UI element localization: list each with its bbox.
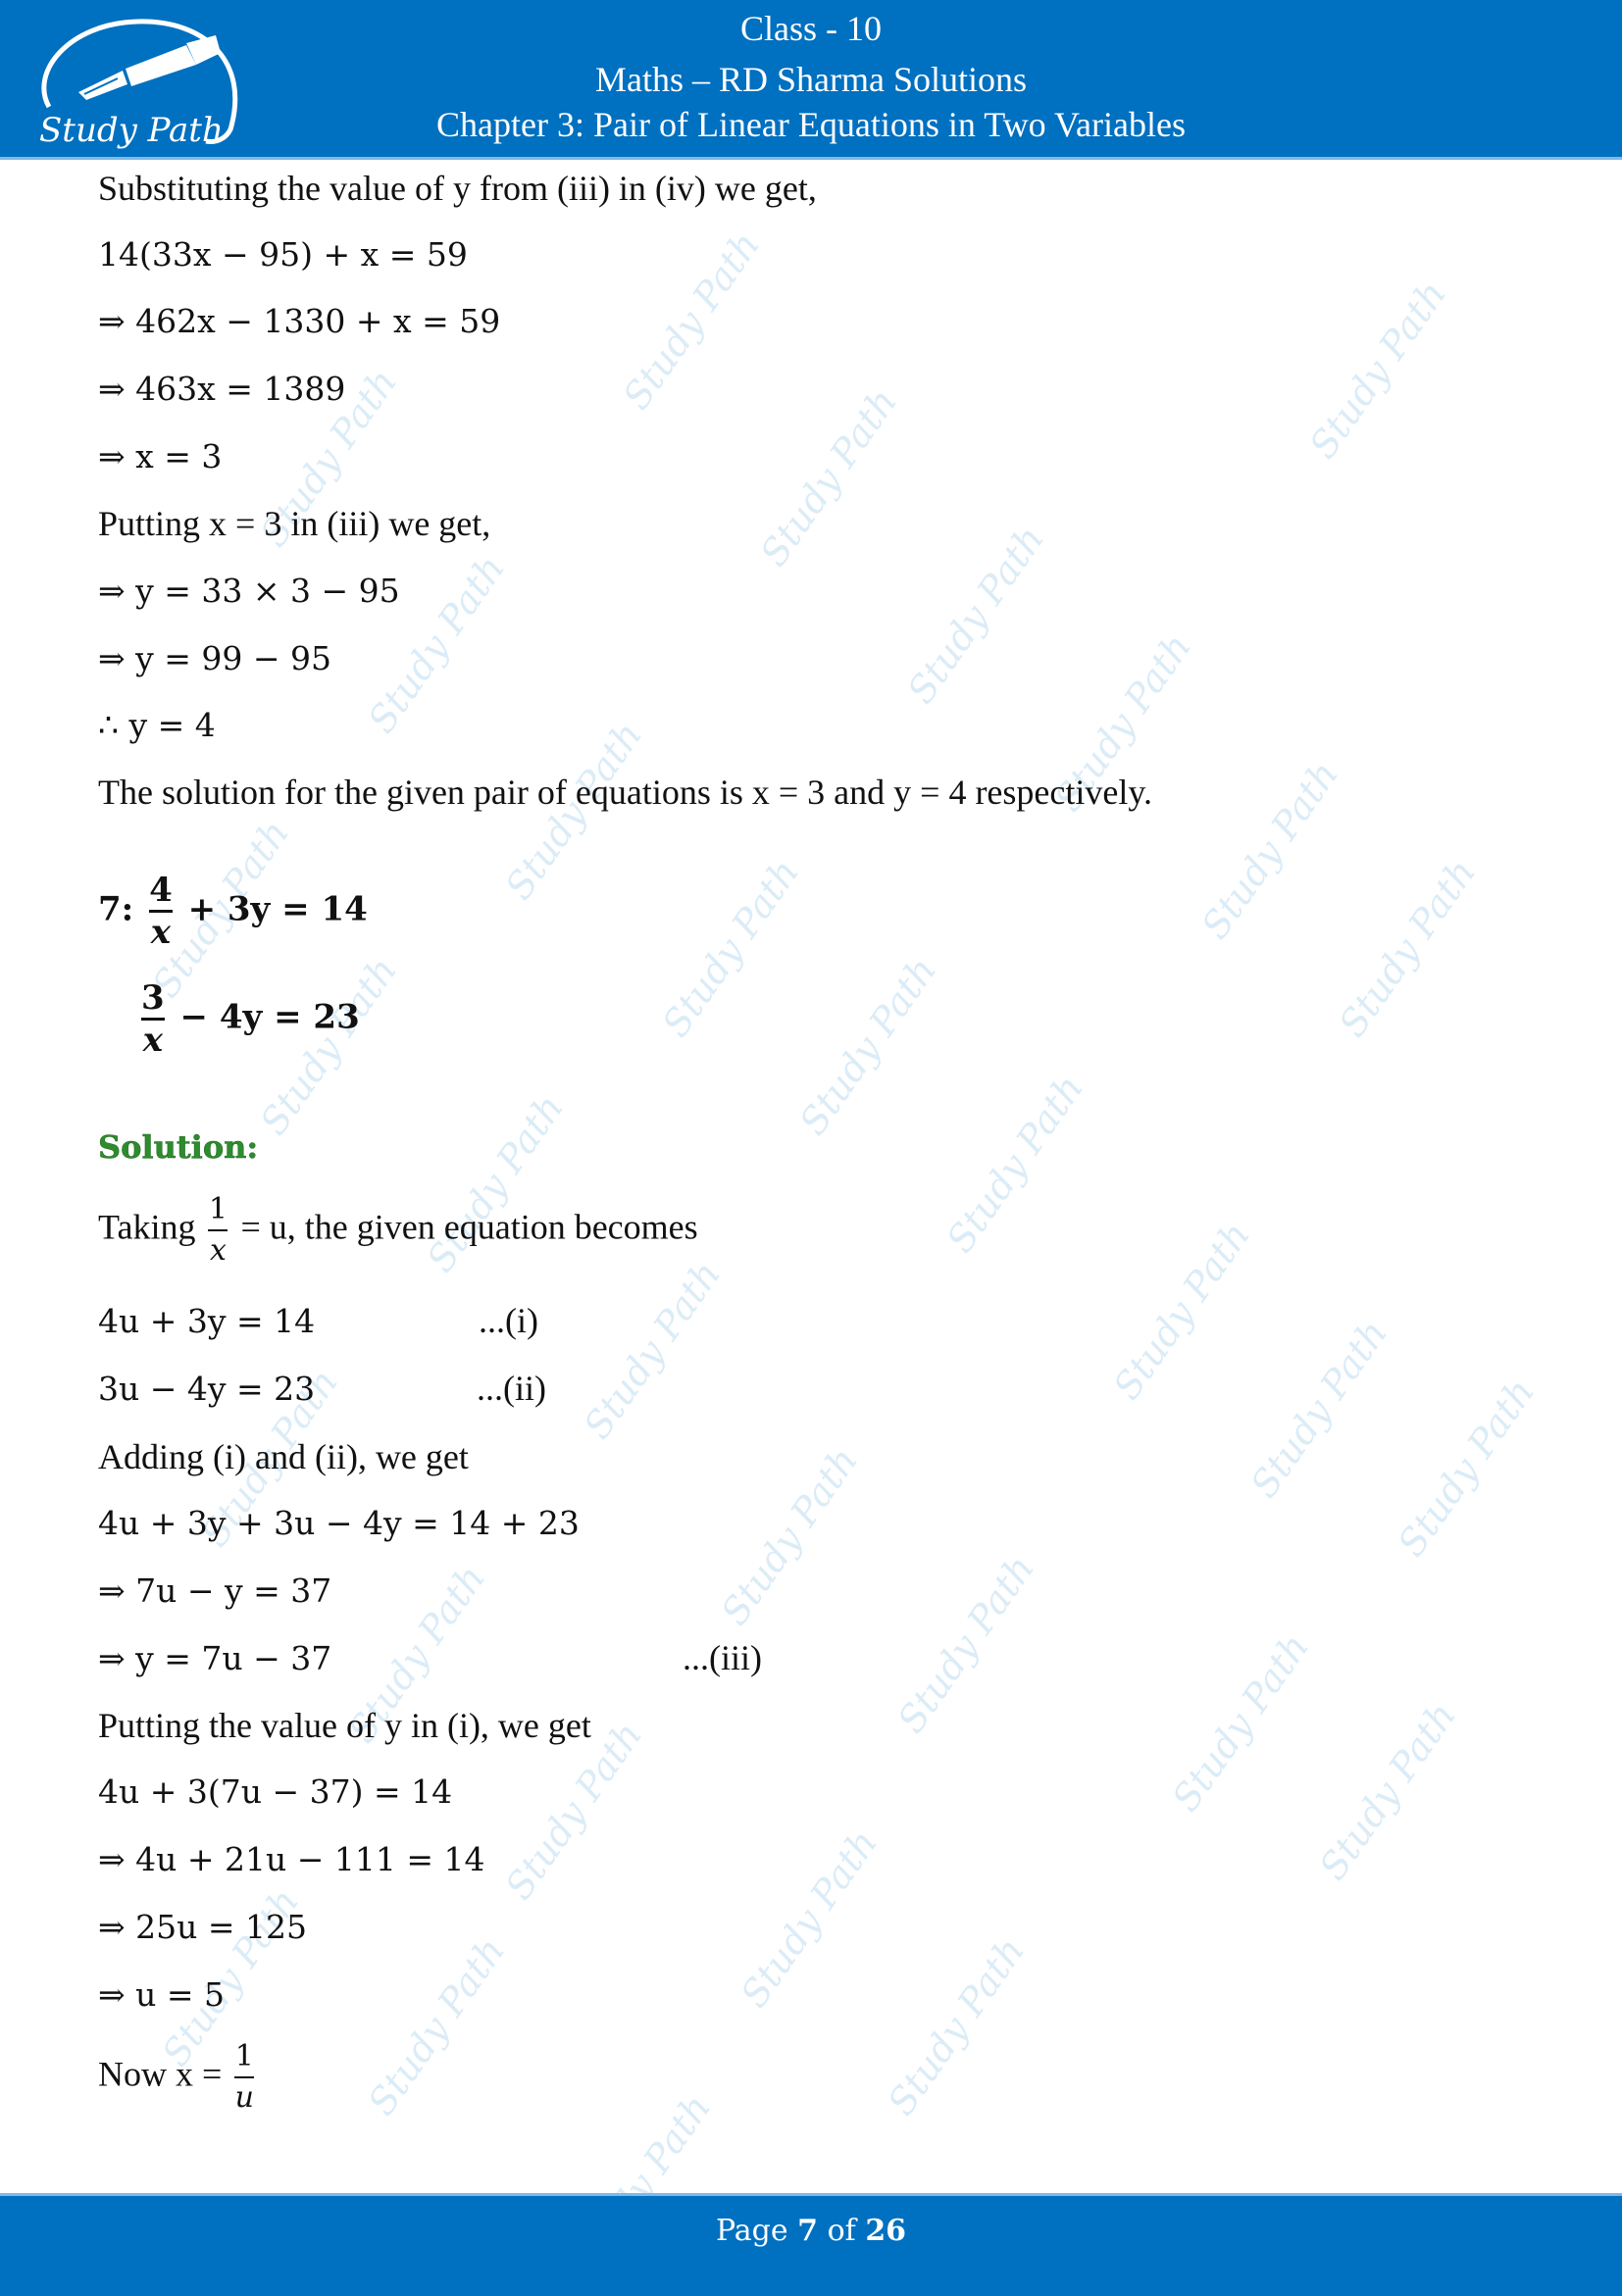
current-page: 7	[797, 2214, 819, 2248]
equation-line: ⇒ 7u − y = 37	[98, 1572, 332, 1610]
numerator: 3	[141, 978, 165, 1018]
text-line: Putting x = 3 in (iii) we get,	[98, 504, 491, 543]
text: = u, the given equation becomes	[240, 1207, 698, 1247]
equation-line: 14(33x − 95) + x = 59	[98, 235, 468, 274]
page-word: Page	[715, 2214, 788, 2248]
class-label: Class - 10	[740, 9, 882, 48]
text-line: Putting the value of y in (i), we get	[98, 1706, 591, 1745]
equation-line: 4u + 3(7u − 37) = 14	[98, 1772, 453, 1811]
watermark: Study Path	[1300, 273, 1455, 467]
total-pages: 26	[865, 2214, 907, 2248]
question-7-eq1: 7: 4 x + 3y = 14	[98, 871, 368, 952]
watermark: Study Path	[732, 1822, 887, 2016]
now-line: Now x = 1 u	[98, 2037, 258, 2118]
equation-line: ⇒ x = 3	[98, 437, 223, 475]
watermark: Study Path	[1310, 1694, 1465, 1888]
question-7-eq2: 3 x − 4y = 23	[137, 978, 360, 1060]
watermark: Study Path	[653, 851, 808, 1045]
watermark-layer: Study Path Study Path Study Path Study P…	[0, 162, 1622, 2279]
equation-line: ⇒ 463x = 1389	[98, 370, 346, 408]
equation-line: ⇒ y = 99 − 95	[98, 639, 332, 677]
text-line: Substituting the value of y from (iii) i…	[98, 169, 817, 208]
text: Now x =	[98, 2054, 223, 2094]
watermark: Study Path	[751, 380, 906, 574]
equation-line: 4u + 3y + 3u − 4y = 14 + 23	[98, 1504, 580, 1542]
equation-rest: + 3y = 14	[187, 889, 368, 929]
watermark: Study Path	[888, 1547, 1043, 1741]
equation-i: 4u + 3y = 14	[98, 1302, 316, 1340]
equation-line: ∴ y = 4	[98, 706, 216, 744]
substitution-line: Taking 1 x = u, the given equation becom…	[98, 1190, 698, 1271]
equation-line: ⇒ u = 5	[98, 1975, 226, 2014]
watermark: Study Path	[938, 1067, 1092, 1261]
text-line: Adding (i) and (ii), we get	[98, 1437, 469, 1476]
fraction: 3 x	[141, 978, 165, 1060]
of-word: of	[827, 2214, 856, 2248]
watermark: Study Path	[614, 224, 769, 418]
fraction: 1 u	[234, 2037, 255, 2118]
watermark: Study Path	[879, 1929, 1034, 2123]
watermark: Study Path	[1242, 1312, 1396, 1506]
watermark: Study Path	[1163, 1625, 1318, 1820]
denominator: x	[210, 1233, 227, 1268]
chapter-title: Chapter 3: Pair of Linear Equations in T…	[436, 105, 1186, 144]
watermark: Study Path	[1104, 1214, 1259, 1408]
denominator: x	[150, 913, 172, 952]
watermark: Study Path	[898, 518, 1053, 712]
watermark: Study Path	[359, 1929, 514, 2123]
page-header: Study Path Class - 10 Maths – RD Sharma …	[0, 0, 1622, 160]
subject-title: Maths – RD Sharma Solutions	[594, 60, 1027, 99]
denominator: x	[142, 1021, 163, 1060]
watermark: Study Path	[575, 1253, 730, 1447]
text: Taking	[98, 1207, 196, 1247]
watermark: Study Path	[1192, 753, 1347, 947]
watermark: Study Path	[1389, 1371, 1544, 1565]
numerator: 1	[208, 1192, 228, 1226]
watermark: Study Path	[1330, 851, 1485, 1045]
question-number: 7:	[98, 889, 134, 929]
equation-rest: − 4y = 23	[179, 997, 360, 1037]
equation-tag-iii: ...(iii)	[683, 1638, 762, 1677]
equation-iii: ⇒ y = 7u − 37	[98, 1639, 332, 1677]
conclusion-line: The solution for the given pair of equat…	[98, 773, 1153, 812]
equation-line: ⇒ y = 33 × 3 − 95	[98, 572, 400, 610]
equation-tag-ii: ...(ii)	[477, 1369, 546, 1408]
numerator: 1	[234, 2039, 254, 2073]
equation-tag-i: ...(i)	[479, 1301, 538, 1340]
watermark: Study Path	[790, 949, 945, 1143]
fraction: 1 x	[208, 1190, 228, 1271]
page-footer: Page 7 of 26	[0, 2193, 1622, 2296]
equation-ii: 3u − 4y = 23	[98, 1370, 316, 1408]
equation-line: ⇒ 4u + 21u − 111 = 14	[98, 1840, 485, 1878]
equation-line: ⇒ 25u = 125	[98, 1908, 308, 1946]
equation-line: ⇒ 462x − 1330 + x = 59	[98, 302, 501, 340]
numerator: 4	[149, 871, 173, 910]
solution-heading: Solution:	[98, 1128, 259, 1167]
watermark: Study Path	[712, 1439, 867, 1633]
fraction: 4 x	[149, 871, 173, 952]
page-indicator: Page 7 of 26	[0, 2214, 1622, 2248]
denominator: u	[234, 2080, 254, 2115]
